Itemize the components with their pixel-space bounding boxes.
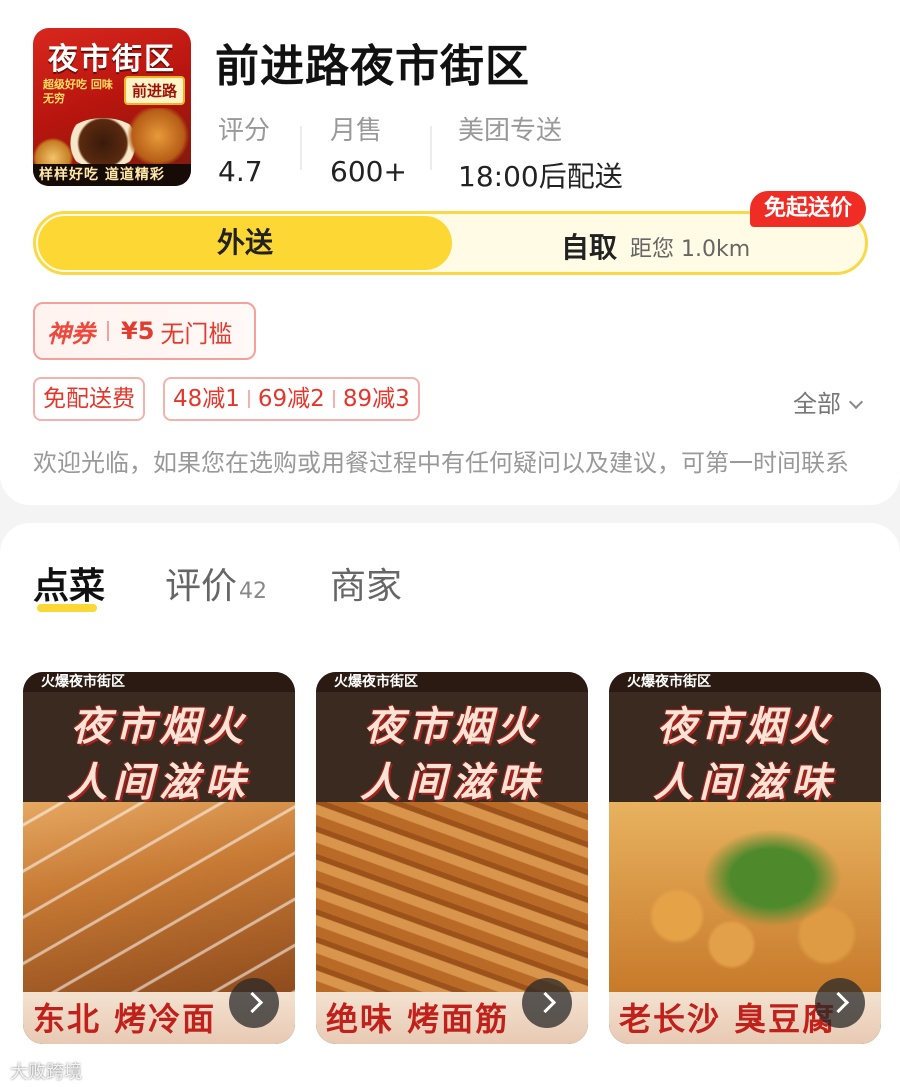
shop-name: 前进路夜市街区	[215, 41, 530, 92]
tab-indicator	[37, 604, 97, 612]
food-photo	[316, 802, 588, 992]
logo-bottom-text: 样样好吃 道道精彩	[33, 164, 191, 186]
chevron-right-icon[interactable]	[229, 978, 279, 1028]
food-caption: 老长沙 臭豆腐	[619, 1000, 837, 1038]
stat-rating: 评分 4.7	[218, 110, 270, 188]
pickup-mode-button[interactable]: 自取	[561, 226, 617, 266]
stat-value: 600+	[330, 155, 407, 188]
food-caption: 东北 烤冷面	[33, 1000, 217, 1038]
stat-value: 18:00后配送	[458, 160, 623, 193]
watermark: 大败跨境	[10, 1062, 82, 1083]
review-count: 42	[239, 579, 268, 604]
food-headline: 夜市烟火	[657, 704, 833, 750]
shop-logo[interactable]: 夜市街区 超级好吃 回味无穷 前进路 样样好吃 道道精彩	[33, 28, 191, 186]
delivery-mode-toggle: 外送 自取 距您 1.0km	[33, 211, 868, 275]
stat-label: 美团专送	[458, 116, 563, 146]
discount-item: 89减3	[342, 386, 410, 412]
free-start-price-tag: 免起送价	[750, 191, 867, 227]
coupon-amount: ¥5	[121, 317, 155, 345]
chevron-right-icon[interactable]	[815, 978, 865, 1028]
discount-item: 48减1	[173, 386, 240, 412]
chevron-down-icon	[848, 394, 864, 410]
tab-order[interactable]: 点菜	[33, 557, 105, 609]
coupon-rule: 无门槛	[160, 319, 233, 348]
logo-slogan: 超级好吃 回味无穷	[43, 78, 113, 105]
stat-delivery: 美团专送 18:00后配送	[458, 110, 623, 195]
delivery-mode-button[interactable]: 外送	[38, 216, 452, 270]
divider	[107, 321, 109, 341]
food-headline: 人间滋味	[653, 760, 837, 806]
stat-label: 评分	[218, 116, 271, 146]
divider	[300, 126, 302, 170]
pickup-distance: 距您 1.0km	[630, 237, 751, 262]
stat-label: 月售	[330, 116, 383, 146]
food-card[interactable]: 火爆夜市街区 夜市烟火 人间滋味 东北 烤冷面	[23, 672, 295, 1044]
tab-label: 评价	[165, 566, 238, 607]
divider	[332, 390, 335, 408]
stat-monthly-sales: 月售 600+	[330, 110, 407, 188]
tab-label: 点菜	[33, 566, 106, 607]
logo-title: 夜市街区	[48, 42, 176, 77]
food-photo	[609, 802, 881, 992]
tab-merchant[interactable]: 商家	[330, 557, 402, 609]
all-promos-button[interactable]: 全部	[793, 384, 864, 419]
logo-food-image	[125, 108, 191, 164]
all-promos-label: 全部	[793, 390, 841, 418]
free-delivery-badge: 免配送费	[33, 377, 145, 421]
food-headline: 夜市烟火	[71, 704, 247, 750]
food-photo	[23, 802, 295, 992]
food-top-band: 火爆夜市街区	[316, 672, 588, 692]
food-card[interactable]: 火爆夜市街区 夜市烟火 人间滋味 绝味 烤面筋	[316, 672, 588, 1044]
coupon-name: 神券	[47, 319, 95, 348]
logo-badge: 前进路	[123, 76, 185, 105]
tab-label: 商家	[330, 566, 403, 607]
tab-reviews[interactable]: 评价42	[165, 557, 267, 609]
shop-notice[interactable]: 欢迎光临，如果您在选购或用餐过程中有任何疑问以及建议，可第一时间联系	[33, 443, 868, 478]
discount-badges: 48减1 69减2 89减3	[163, 377, 420, 421]
food-top-band: 火爆夜市街区	[23, 672, 295, 692]
food-headline: 人间滋味	[360, 760, 544, 806]
food-headline: 人间滋味	[67, 760, 251, 806]
food-caption: 绝味 烤面筋	[326, 1000, 510, 1038]
divider	[247, 390, 250, 408]
food-headline: 夜市烟火	[364, 704, 540, 750]
divider	[430, 126, 432, 170]
food-card[interactable]: 火爆夜市街区 夜市烟火 人间滋味 老长沙 臭豆腐	[609, 672, 881, 1044]
chevron-right-icon[interactable]	[522, 978, 572, 1028]
food-top-band: 火爆夜市街区	[609, 672, 881, 692]
coupon-card[interactable]: 神券 ¥5 无门槛	[33, 302, 256, 360]
discount-item: 69减2	[257, 386, 325, 412]
stat-value: 4.7	[218, 155, 263, 188]
